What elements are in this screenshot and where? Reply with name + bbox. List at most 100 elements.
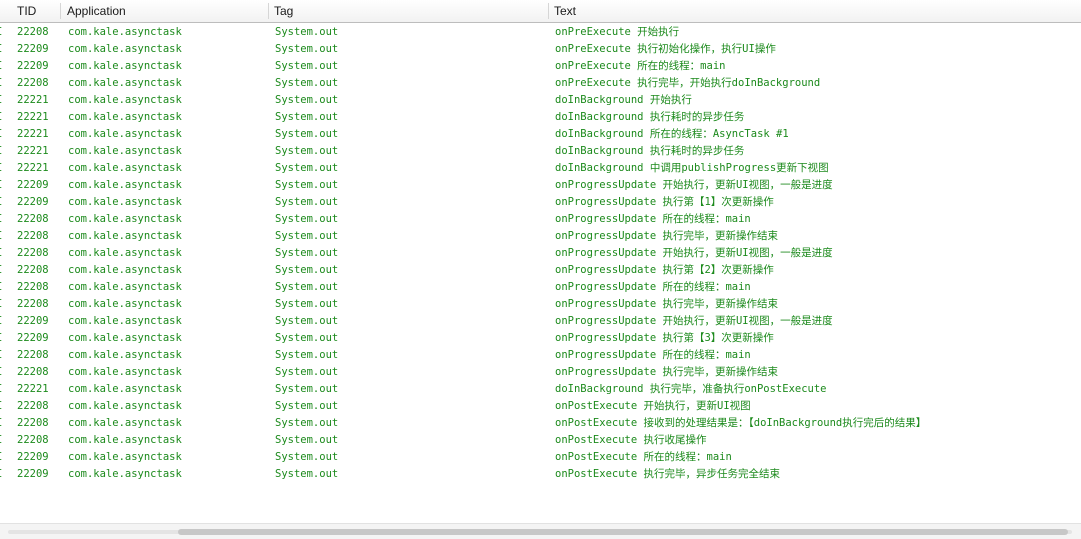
log-row[interactable]: I 22221 com.kale.asynctask System.out doInBa…: [0, 143, 1081, 160]
log-row[interactable]: I 22208 com.kale.asynctask System.out onPreE…: [0, 24, 1081, 41]
log-row[interactable]: I 22221 com.kale.asynctask System.out doInBa…: [0, 109, 1081, 126]
log-row[interactable]: I 22209 com.kale.asynctask System.out onProg…: [0, 194, 1081, 211]
log-row[interactable]: I 22221 com.kale.asynctask System.out doInBa…: [0, 381, 1081, 398]
log-level: I: [0, 92, 2, 109]
log-message: onProgressUpdate 执行完毕，更新操作结束: [555, 230, 778, 242]
log-row[interactable]: I 22209 com.kale.asynctask System.out onPreE…: [0, 58, 1081, 75]
log-tag: System.out: [275, 400, 339, 412]
log-row[interactable]: I 22208 com.kale.asynctask System.out onProg…: [0, 211, 1081, 228]
log-row[interactable]: I 22221 com.kale.asynctask System.out doInBa…: [0, 92, 1081, 109]
log-row[interactable]: I 22208 com.kale.asynctask System.out onPost…: [0, 398, 1081, 415]
log-tid: 22209: [17, 315, 49, 327]
column-header-tag[interactable]: Tag: [274, 0, 293, 22]
log-level: I: [0, 160, 2, 177]
log-message: onProgressUpdate 执行第【2】次更新操作: [555, 264, 774, 276]
log-row[interactable]: I 22209 com.kale.asynctask System.out onPost…: [0, 466, 1081, 483]
log-application: com.kale.asynctask: [68, 468, 182, 480]
log-tid: 22208: [17, 400, 49, 412]
log-message: onProgressUpdate 执行第【1】次更新操作: [555, 196, 774, 208]
log-row[interactable]: I 22208 com.kale.asynctask System.out onPost…: [0, 415, 1081, 432]
log-tag: System.out: [275, 230, 339, 242]
log-application: com.kale.asynctask: [68, 417, 182, 429]
log-message: onProgressUpdate 开始执行，更新UI视图，一般是进度: [555, 247, 833, 259]
log-tag: System.out: [275, 179, 339, 191]
log-tid: 22221: [17, 94, 49, 106]
log-application: com.kale.asynctask: [68, 145, 182, 157]
log-tag: System.out: [275, 264, 339, 276]
log-message: onProgressUpdate 所在的线程：main: [555, 213, 751, 225]
log-tag: System.out: [275, 281, 339, 293]
log-tag: System.out: [275, 298, 339, 310]
log-level: I: [0, 279, 2, 296]
log-message: onPostExecute 开始执行，更新UI视图: [555, 400, 751, 412]
log-message: onPostExecute 执行完毕，异步任务完全结束: [555, 468, 781, 480]
log-level: I: [0, 415, 2, 432]
log-row[interactable]: I 22208 com.kale.asynctask System.out onProg…: [0, 262, 1081, 279]
log-level: I: [0, 143, 2, 160]
log-message: onProgressUpdate 开始执行，更新UI视图，一般是进度: [555, 315, 833, 327]
log-application: com.kale.asynctask: [68, 315, 182, 327]
log-tag: System.out: [275, 315, 339, 327]
log-row[interactable]: I 22209 com.kale.asynctask System.out onProg…: [0, 177, 1081, 194]
log-row[interactable]: I 22221 com.kale.asynctask System.out doInBa…: [0, 126, 1081, 143]
scrollbar-thumb[interactable]: [178, 529, 1068, 535]
log-tag: System.out: [275, 332, 339, 344]
log-tid: 22208: [17, 349, 49, 361]
log-row[interactable]: I 22208 com.kale.asynctask System.out onProg…: [0, 228, 1081, 245]
log-level: I: [0, 296, 2, 313]
column-resize-handle[interactable]: [548, 3, 549, 19]
log-message: onPreExecute 开始执行: [555, 26, 680, 38]
log-tid: 22209: [17, 179, 49, 191]
log-row[interactable]: I 22209 com.kale.asynctask System.out onPost…: [0, 449, 1081, 466]
log-row[interactable]: I 22208 com.kale.asynctask System.out onPreE…: [0, 75, 1081, 92]
log-message: onPreExecute 执行初始化操作，执行UI操作: [555, 43, 776, 55]
log-message: onProgressUpdate 所在的线程：main: [555, 349, 751, 361]
log-level: I: [0, 381, 2, 398]
log-row[interactable]: I 22209 com.kale.asynctask System.out onProg…: [0, 313, 1081, 330]
log-row[interactable]: I 22208 com.kale.asynctask System.out onProg…: [0, 296, 1081, 313]
log-row[interactable]: I 22208 com.kale.asynctask System.out onProg…: [0, 364, 1081, 381]
log-row[interactable]: I 22208 com.kale.asynctask System.out onPost…: [0, 432, 1081, 449]
log-application: com.kale.asynctask: [68, 383, 182, 395]
log-message: doInBackground 执行耗时的异步任务: [555, 145, 745, 157]
log-row[interactable]: I 22221 com.kale.asynctask System.out doInBa…: [0, 160, 1081, 177]
log-application: com.kale.asynctask: [68, 349, 182, 361]
log-level: I: [0, 432, 2, 449]
log-message: onProgressUpdate 所在的线程：main: [555, 281, 751, 293]
log-row[interactable]: I 22208 com.kale.asynctask System.out onProg…: [0, 245, 1081, 262]
log-message: doInBackground 所在的线程：AsyncTask #1: [555, 128, 789, 140]
log-tag: System.out: [275, 162, 339, 174]
log-row[interactable]: I 22208 com.kale.asynctask System.out onProg…: [0, 347, 1081, 364]
log-application: com.kale.asynctask: [68, 196, 182, 208]
log-row[interactable]: I 22209 com.kale.asynctask System.out onProg…: [0, 330, 1081, 347]
log-tag: System.out: [275, 247, 339, 259]
log-row[interactable]: I 22208 com.kale.asynctask System.out onProg…: [0, 279, 1081, 296]
column-header-tid[interactable]: TID: [17, 0, 36, 22]
log-tid: 22208: [17, 247, 49, 259]
log-tid: 22209: [17, 60, 49, 72]
log-message: onProgressUpdate 执行完毕，更新操作结束: [555, 366, 778, 378]
column-header-application[interactable]: Application: [67, 0, 126, 22]
log-application: com.kale.asynctask: [68, 162, 182, 174]
column-resize-handle[interactable]: [60, 3, 61, 19]
log-level: I: [0, 177, 2, 194]
log-tid: 22221: [17, 111, 49, 123]
column-resize-handle[interactable]: [268, 3, 269, 19]
log-application: com.kale.asynctask: [68, 434, 182, 446]
log-tid: 22221: [17, 162, 49, 174]
log-application: com.kale.asynctask: [68, 213, 182, 225]
log-level: I: [0, 126, 2, 143]
log-application: com.kale.asynctask: [68, 179, 182, 191]
log-message: onPreExecute 所在的线程：main: [555, 60, 726, 72]
log-application: com.kale.asynctask: [68, 298, 182, 310]
log-level: I: [0, 330, 2, 347]
log-tag: System.out: [275, 196, 339, 208]
column-header: TID Application Tag Text: [0, 0, 1081, 23]
log-message: onPostExecute 接收到的处理结果是：【doInBackground执…: [555, 417, 927, 429]
log-row[interactable]: I 22209 com.kale.asynctask System.out onPreE…: [0, 41, 1081, 58]
column-header-text[interactable]: Text: [554, 0, 576, 22]
horizontal-scrollbar[interactable]: [0, 523, 1081, 539]
log-level: I: [0, 245, 2, 262]
log-level: I: [0, 75, 2, 92]
log-tid: 22208: [17, 77, 49, 89]
